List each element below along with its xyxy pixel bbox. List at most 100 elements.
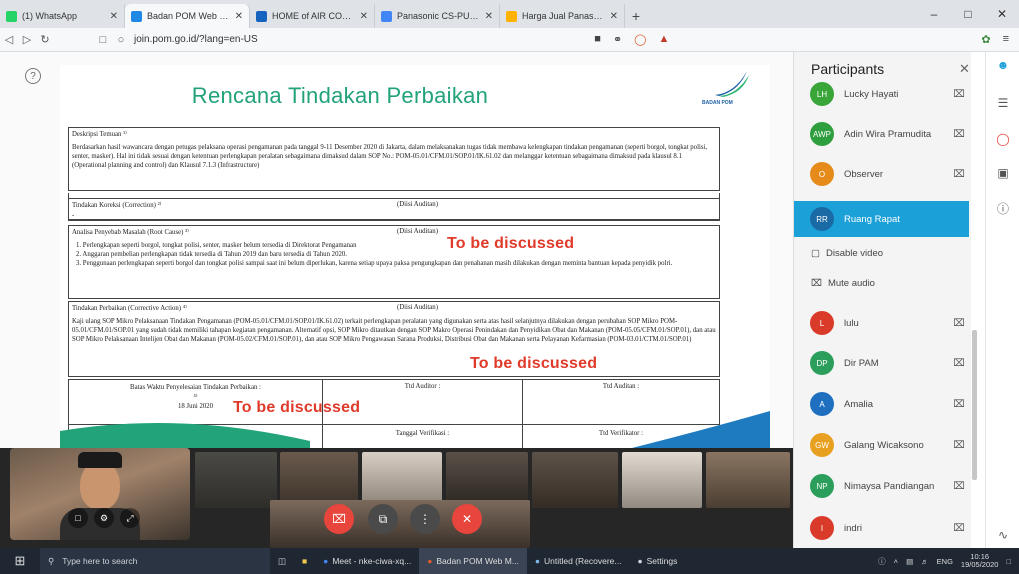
avatar: L [810, 311, 834, 335]
mic-muted-icon[interactable]: ⌧ [324, 504, 354, 534]
participant-video-7[interactable] [706, 452, 790, 508]
participant-item[interactable]: AWP Adin Wira Pramudita ⌧ [794, 116, 969, 152]
tab-label: Harga Jual Panasonic CS-PU9UKP [522, 11, 606, 21]
avatar: O [810, 162, 834, 186]
info-icon[interactable]: ⓘ [995, 200, 1011, 217]
participant-item[interactable]: Llulu ⌧ [794, 305, 969, 341]
app-label: Badan POM Web M... [436, 556, 519, 566]
root-cause-list: 1. Perlengkapan seperti borgol, tongkat … [69, 238, 719, 269]
tab-label: (1) WhatsApp [22, 11, 78, 21]
root-cause-item: 3. Penggunaan perlengkapan seperti borgo… [76, 260, 673, 268]
menu-icon[interactable]: ≡ [1003, 33, 1009, 46]
finding-body: Berdasarkan hasil wawancara dengan petug… [72, 144, 708, 170]
participant-name: Amalia [844, 398, 874, 410]
mic-status-icon: ⌧ [953, 168, 965, 180]
new-tab-button[interactable]: + [625, 4, 647, 28]
tab-favicon-icon [131, 10, 142, 22]
self-video[interactable]: □ ⚙ ⤢ [10, 448, 190, 540]
bookmark-icon[interactable]: □ [94, 34, 112, 46]
tab-close-icon[interactable]: ✕ [110, 11, 118, 22]
file-explorer-icon[interactable]: ■ [294, 548, 315, 574]
camera-off-icon[interactable]: □ [68, 508, 88, 528]
language-indicator[interactable]: ENG [937, 557, 953, 566]
participant-name: Adin Wira Pramudita [844, 128, 932, 140]
help-icon[interactable]: ? [25, 68, 41, 84]
participant-item[interactable]: NP Nimaysa Pandiangan ⌧ [794, 468, 969, 504]
tab-close-icon[interactable]: ✕ [485, 11, 493, 22]
root-cause-item: 1. Perlengkapan seperti borgol, tongkat … [76, 242, 357, 249]
address-bar[interactable]: join.pom.go.id/?lang=en-US [134, 34, 258, 45]
tab-close-icon[interactable]: ✕ [610, 11, 618, 22]
participants-icon[interactable]: ☻ [995, 58, 1011, 72]
windows-start-icon[interactable]: ⊞ [0, 553, 40, 569]
back-icon[interactable]: ◁ [0, 33, 18, 46]
participant-item[interactable]: Iindri ⌧ [794, 510, 969, 546]
tab-close-icon[interactable]: ✕ [360, 11, 368, 22]
taskbar-search[interactable]: ⚲ Type here to search [40, 548, 270, 574]
participant-item[interactable]: DP Dir PAM ⌧ [794, 345, 969, 381]
disable-video-action[interactable]: ▢ Disable video [811, 248, 883, 259]
taskbar-app[interactable]: ● Untitled (Recovere... [527, 548, 630, 574]
extension-icon[interactable]: ✿ [981, 33, 990, 46]
participant-item[interactable]: O Observer ⌧ [794, 156, 969, 192]
brave-shield-icon[interactable]: ◯ [634, 33, 646, 46]
participants-scrollbar[interactable] [972, 330, 977, 480]
forward-icon[interactable]: ▷ [18, 33, 36, 46]
finding-title: Deskripsi Temuan ¹⁾ [72, 131, 127, 138]
minimize-icon[interactable]: – [917, 0, 951, 28]
participant-video-6[interactable] [622, 452, 702, 508]
participant-video-1[interactable] [195, 452, 277, 508]
rewards-icon[interactable]: ▲ [658, 33, 669, 46]
participant-video-row-2[interactable] [270, 500, 530, 548]
screen-share-icon[interactable]: ⧉ [368, 504, 398, 534]
tray-expand-icon[interactable]: ˄ [894, 557, 898, 566]
volume-icon[interactable]: ♬ [921, 557, 929, 566]
tab-favicon-icon [381, 10, 392, 22]
system-tray: ⓘ ˄ ▤ ♬ ENG 10:16 19/05/2020 □ [878, 552, 1019, 570]
tab-close-icon[interactable]: ✕ [235, 11, 243, 22]
avatar: NP [810, 474, 834, 498]
stats-icon[interactable]: ∿ [995, 528, 1011, 542]
participant-item[interactable]: LH Lucky Hayati ⌧ [794, 76, 969, 112]
browser-tab[interactable]: Panasonic CS-PU9UKP - Google P ✕ [375, 4, 500, 28]
layout-icon[interactable]: ▣ [995, 166, 1011, 180]
taskbar-app[interactable]: ● Meet - nke-ciwa-xq... [315, 548, 419, 574]
close-window-icon[interactable]: ✕ [985, 0, 1019, 28]
reload-icon[interactable]: ↻ [36, 33, 54, 46]
document-footer-decoration [60, 411, 770, 448]
participant-item[interactable]: GW Galang Wicaksono ⌧ [794, 427, 969, 463]
clock[interactable]: 10:16 19/05/2020 [961, 552, 999, 570]
close-panel-icon[interactable]: ✕ [959, 61, 970, 77]
key-icon[interactable]: ⚭ [613, 33, 622, 46]
participant-video-5[interactable] [532, 452, 618, 508]
network-icon[interactable]: ▤ [906, 557, 913, 566]
window-controls: – □ ✕ [917, 0, 1019, 28]
taskbar-app[interactable]: ● Badan POM Web M... [419, 548, 527, 574]
task-view-icon[interactable]: ◫ [270, 548, 294, 574]
browser-extensions: ■ ⚭ ◯ ▲ ✿ ≡ [594, 33, 1019, 46]
notifications-icon[interactable]: □ [1006, 557, 1011, 566]
mic-status-icon: ⌧ [953, 480, 965, 492]
settings-sliders-icon[interactable]: ☰ [995, 96, 1011, 110]
help-tray-icon[interactable]: ⓘ [878, 556, 886, 567]
root-cause-by: (Diisi Auditan) [397, 228, 438, 235]
browser-tab[interactable]: (1) WhatsApp ✕ [0, 4, 125, 28]
camera-icon[interactable]: ■ [594, 33, 601, 46]
browser-tab[interactable]: Harga Jual Panasonic CS-PU9UKP ✕ [500, 4, 625, 28]
browser-tab[interactable]: HOME of AIR CONDITION (AC) - ✕ [250, 4, 375, 28]
participant-item[interactable]: RR Ruang Rapat [794, 201, 969, 237]
more-options-icon[interactable]: ⋮ [410, 504, 440, 534]
participant-item[interactable]: A Amalia ⌧ [794, 386, 969, 422]
root-cause-section: Analisa Penyebab Masalah (Root Cause) ³⁾… [68, 225, 720, 299]
avatar: GW [810, 433, 834, 457]
hang-up-icon[interactable]: ✕ [452, 504, 482, 534]
maximize-icon[interactable]: □ [951, 0, 985, 28]
chat-icon[interactable]: ◯ [995, 132, 1011, 146]
mute-audio-action[interactable]: ⌧ Mute audio [811, 278, 875, 289]
taskbar-apps: ● Meet - nke-ciwa-xq... ● Badan POM Web M..… [315, 548, 685, 574]
browser-tab[interactable]: Badan POM Web Meeting ✕ [125, 4, 250, 28]
settings-icon[interactable]: ⚙ [94, 508, 114, 528]
fullscreen-icon[interactable]: ⤢ [120, 508, 140, 528]
participant-name: Nimaysa Pandiangan [844, 480, 935, 492]
taskbar-app[interactable]: ● Settings [629, 548, 685, 574]
